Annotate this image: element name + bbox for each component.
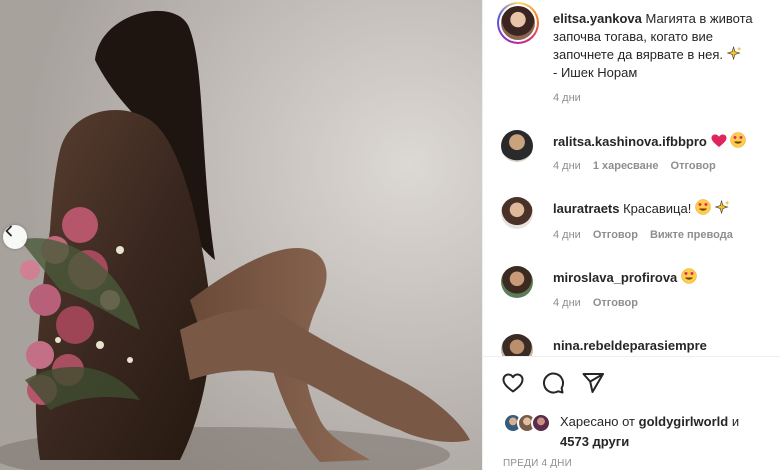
caption-time[interactable]: 4 дни	[553, 92, 581, 104]
comments-list[interactable]: elitsa.yankova Магията в живота започва …	[483, 0, 780, 356]
commenter-avatar[interactable]	[501, 266, 533, 298]
comment-meta: 4 дни Отговор Вижте превода	[553, 229, 733, 241]
commenter-avatar[interactable]	[501, 197, 533, 229]
divider	[483, 356, 780, 357]
comment-time[interactable]: 4 дни	[553, 229, 581, 241]
comment: lauratraets Красавица!	[553, 199, 730, 218]
caption-meta: 4 дни	[553, 92, 581, 104]
comment: miroslava_profirova	[553, 268, 697, 287]
comment-likes[interactable]: 1 харесване	[593, 160, 659, 172]
comment-meta: 4 дни 1 харесване Отговор	[553, 160, 716, 172]
comment-time[interactable]: 4 дни	[553, 297, 581, 309]
caption: elitsa.yankova Магията в живота започва …	[553, 10, 773, 82]
comment-username[interactable]: ralitsa.kashinova.ifbbpro	[553, 134, 707, 149]
comment-bubble-icon[interactable]	[541, 371, 565, 395]
liker-avatars	[503, 413, 553, 433]
sparkles-emoji-icon	[714, 200, 730, 215]
translate-button[interactable]: Вижте превода	[650, 229, 733, 241]
previous-image-button[interactable]	[3, 225, 27, 249]
post-timestamp[interactable]: ПРЕДИ 4 ДНИ	[503, 458, 572, 469]
red-heart-emoji-icon	[711, 134, 726, 147]
comment-username[interactable]: nina.rebeldeparasiempre	[553, 338, 707, 353]
comment-text: Красавица!	[623, 201, 692, 216]
reply-button[interactable]: Отговор	[593, 297, 638, 309]
comment: nina.rebeldeparasiempre	[553, 337, 707, 355]
photo-illustration	[0, 0, 482, 470]
heart-eyes-emoji-icon	[681, 268, 697, 284]
likes-and: и	[731, 414, 740, 429]
author-avatar[interactable]	[497, 2, 539, 44]
post-details-panel: elitsa.yankova Магията в живота започва …	[482, 0, 780, 470]
paper-plane-icon[interactable]	[581, 371, 605, 395]
likes-summary[interactable]: Харесано от goldygirlworld и 4573 други	[503, 412, 773, 452]
chevron-left-icon	[5, 225, 12, 237]
heart-eyes-emoji-icon	[695, 199, 711, 215]
caption-attribution: - Ишек Норам	[553, 65, 638, 80]
commenter-avatar[interactable]	[501, 334, 533, 356]
comment-meta: 4 дни Отговор	[553, 297, 638, 309]
likes-prefix: Харесано от	[560, 414, 636, 429]
heart-eyes-emoji-icon	[730, 132, 746, 148]
action-bar	[501, 371, 605, 395]
commenter-avatar[interactable]	[501, 130, 533, 162]
sparkles-emoji-icon	[726, 46, 742, 61]
likes-text: Харесано от goldygirlworld и 4573 други	[560, 412, 739, 452]
liker-username[interactable]: goldygirlworld	[639, 414, 729, 429]
comment: ralitsa.kashinova.ifbbpro	[553, 132, 746, 151]
comment-username[interactable]: miroslava_profirova	[553, 270, 677, 285]
heart-outline-icon[interactable]	[501, 371, 525, 395]
reply-button[interactable]: Отговор	[593, 229, 638, 241]
reply-button[interactable]: Отговор	[671, 160, 716, 172]
comment-username[interactable]: lauratraets	[553, 201, 619, 216]
post-image	[0, 0, 482, 470]
author-username[interactable]: elitsa.yankova	[553, 11, 642, 26]
liker-avatar	[531, 413, 551, 433]
likes-others[interactable]: 4573 други	[560, 434, 629, 449]
comment-time[interactable]: 4 дни	[553, 160, 581, 172]
